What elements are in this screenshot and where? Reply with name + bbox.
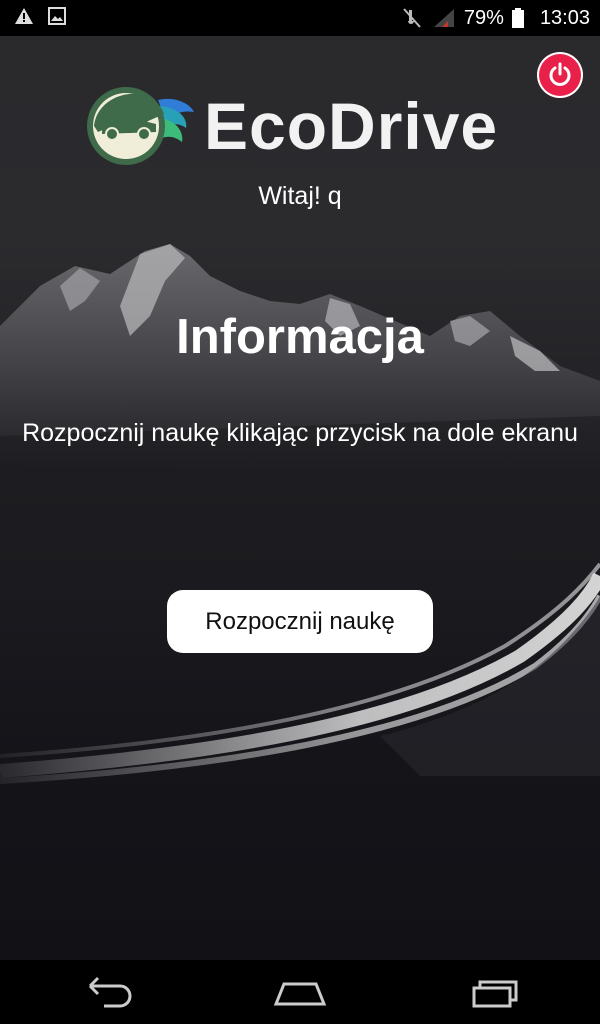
greeting-text: Witaj! q (258, 182, 342, 210)
home-button[interactable] (270, 974, 330, 1010)
back-icon (88, 976, 132, 1008)
ecodrive-logo: EcoDrive (86, 84, 516, 168)
logo-text: EcoDrive (204, 89, 499, 163)
battery-percent: 79% (463, 6, 504, 29)
start-learning-button[interactable]: Rozpocznij naukę (167, 590, 433, 653)
power-icon (549, 62, 571, 86)
recent-apps-icon (472, 980, 518, 1008)
signal-icon (433, 9, 454, 27)
power-button[interactable] (537, 52, 583, 98)
image-icon (48, 7, 66, 25)
app-screen: EcoDrive Witaj! q Informacja Rozpocznij … (0, 36, 600, 960)
battery-icon (511, 8, 524, 28)
status-bar: 79% 13:03 (0, 0, 600, 36)
navigation-bar (0, 960, 600, 1024)
clock: 13:03 (539, 6, 590, 29)
mute-icon (403, 8, 421, 28)
home-icon (273, 982, 327, 1006)
info-text: Rozpocznij naukę klikając przycisk na do… (22, 419, 578, 447)
car-leaf-icon (87, 87, 194, 165)
info-title: Informacja (176, 310, 424, 364)
recent-apps-button[interactable] (466, 974, 526, 1010)
back-button[interactable] (76, 974, 136, 1010)
mountain-road-background (0, 244, 600, 784)
warning-icon (15, 8, 33, 24)
